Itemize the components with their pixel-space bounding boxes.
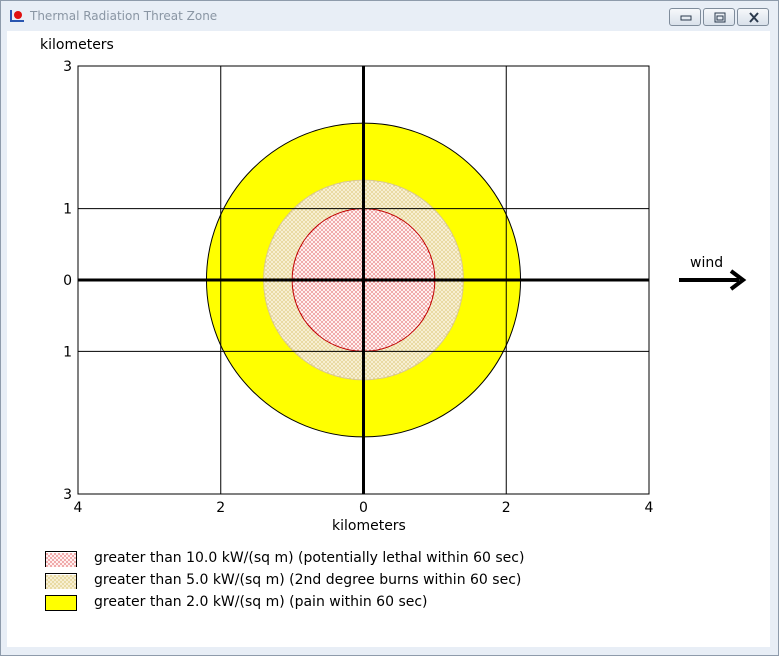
legend-label-burns: greater than 5.0 kW/(sq m) (2nd degree b… bbox=[94, 572, 522, 588]
x-tick-label: 4 bbox=[645, 500, 654, 516]
close-button[interactable] bbox=[737, 8, 769, 26]
close-icon bbox=[749, 12, 759, 23]
x-axis-label: kilometers bbox=[332, 518, 406, 534]
chart-area: 4202431013 kilometers kilometers wind gr… bbox=[7, 31, 770, 647]
arrow-right-icon bbox=[679, 269, 747, 291]
legend-swatch-burns bbox=[45, 573, 77, 589]
app-icon bbox=[10, 10, 24, 22]
legend-swatch-pain bbox=[45, 595, 77, 611]
title-bar[interactable]: Thermal Radiation Threat Zone bbox=[1, 1, 778, 31]
x-tick-label: 2 bbox=[216, 500, 225, 516]
y-tick-label: 3 bbox=[63, 487, 72, 503]
y-tick-label: 1 bbox=[63, 344, 72, 360]
wind-indicator: wind bbox=[675, 255, 747, 295]
minimize-icon bbox=[680, 15, 692, 21]
legend-label-pain: greater than 2.0 kW/(sq m) (pain within … bbox=[94, 594, 428, 610]
maximize-button[interactable] bbox=[703, 8, 735, 26]
y-tick-label: 3 bbox=[63, 59, 72, 75]
restore-icon bbox=[714, 12, 726, 23]
y-tick-label: 0 bbox=[63, 273, 72, 289]
legend-label-lethal: greater than 10.0 kW/(sq m) (potentially… bbox=[94, 550, 525, 566]
y-tick-label: 1 bbox=[63, 202, 72, 218]
x-tick-label: 2 bbox=[502, 500, 511, 516]
window-title: Thermal Radiation Threat Zone bbox=[30, 9, 218, 23]
x-tick-label: 4 bbox=[74, 500, 83, 516]
legend-swatch-lethal bbox=[45, 551, 77, 567]
y-axis-label: kilometers bbox=[40, 37, 114, 53]
minimize-button[interactable] bbox=[669, 8, 701, 26]
x-tick-label: 0 bbox=[359, 500, 368, 516]
app-window: Thermal Radiation Threat Zone 4 2 0 2 4 … bbox=[0, 0, 779, 656]
